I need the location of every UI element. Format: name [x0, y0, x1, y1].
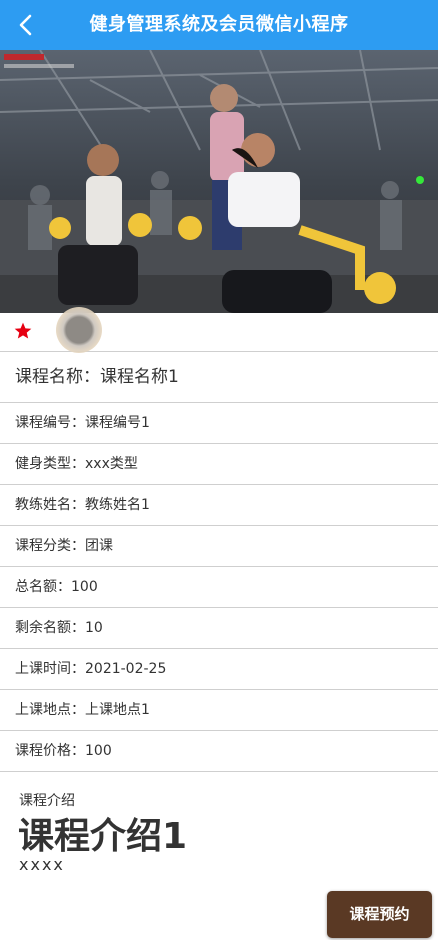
field-value: 教练姓名1	[85, 497, 150, 513]
info-row-category: 课程分类：团课	[0, 526, 438, 567]
field-value: 100	[71, 579, 98, 595]
info-row-course-code: 课程编号：课程编号1	[0, 403, 438, 444]
info-row-fitness-type: 健身类型：xxx类型	[0, 444, 438, 485]
intro-text: xxxx	[19, 855, 65, 874]
page-title: 健身管理系统及会员微信小程序	[89, 14, 349, 35]
field-value: 上课地点1	[85, 702, 150, 718]
info-row-coach-name: 教练姓名：教练姓名1	[0, 485, 438, 526]
field-label: 课程价格：	[15, 743, 85, 759]
info-row-class-location: 上课地点：上课地点1	[0, 690, 438, 731]
field-label: 上课地点：	[15, 702, 85, 718]
field-label: 课程分类：	[15, 538, 85, 554]
favorite-row	[0, 307, 438, 353]
field-label: 上课时间：	[15, 661, 85, 677]
header-bar: 健身管理系统及会员微信小程序	[0, 0, 438, 50]
info-row-total-quota: 总名额：100	[0, 567, 438, 608]
field-label: 教练姓名：	[15, 497, 85, 513]
field-value: 100	[85, 743, 112, 759]
info-row-remaining-quota: 剩余名额：10	[0, 608, 438, 649]
field-label: 健身类型：	[15, 456, 85, 472]
book-course-button[interactable]: 课程预约	[327, 891, 432, 938]
field-value: 10	[85, 620, 103, 636]
info-row-price: 课程价格：100	[0, 731, 438, 772]
field-label: 剩余名额：	[15, 620, 85, 636]
course-banner-image	[0, 50, 438, 313]
course-name-row: 课程名称：课程名称1	[0, 352, 438, 403]
intro-label: 课程介绍	[19, 793, 75, 809]
star-icon[interactable]	[13, 321, 33, 341]
field-label: 总名额：	[15, 579, 71, 595]
field-label: 课程编号：	[15, 415, 85, 431]
field-value: 课程编号1	[85, 415, 150, 431]
field-value: 团课	[85, 538, 113, 554]
field-value: 2021-02-25	[85, 661, 167, 677]
avatar	[56, 307, 102, 353]
field-value: xxx类型	[85, 456, 138, 472]
course-name-value: 课程名称1	[100, 367, 179, 387]
info-row-class-time: 上课时间：2021-02-25	[0, 649, 438, 690]
course-name-label: 课程名称：	[15, 367, 100, 387]
